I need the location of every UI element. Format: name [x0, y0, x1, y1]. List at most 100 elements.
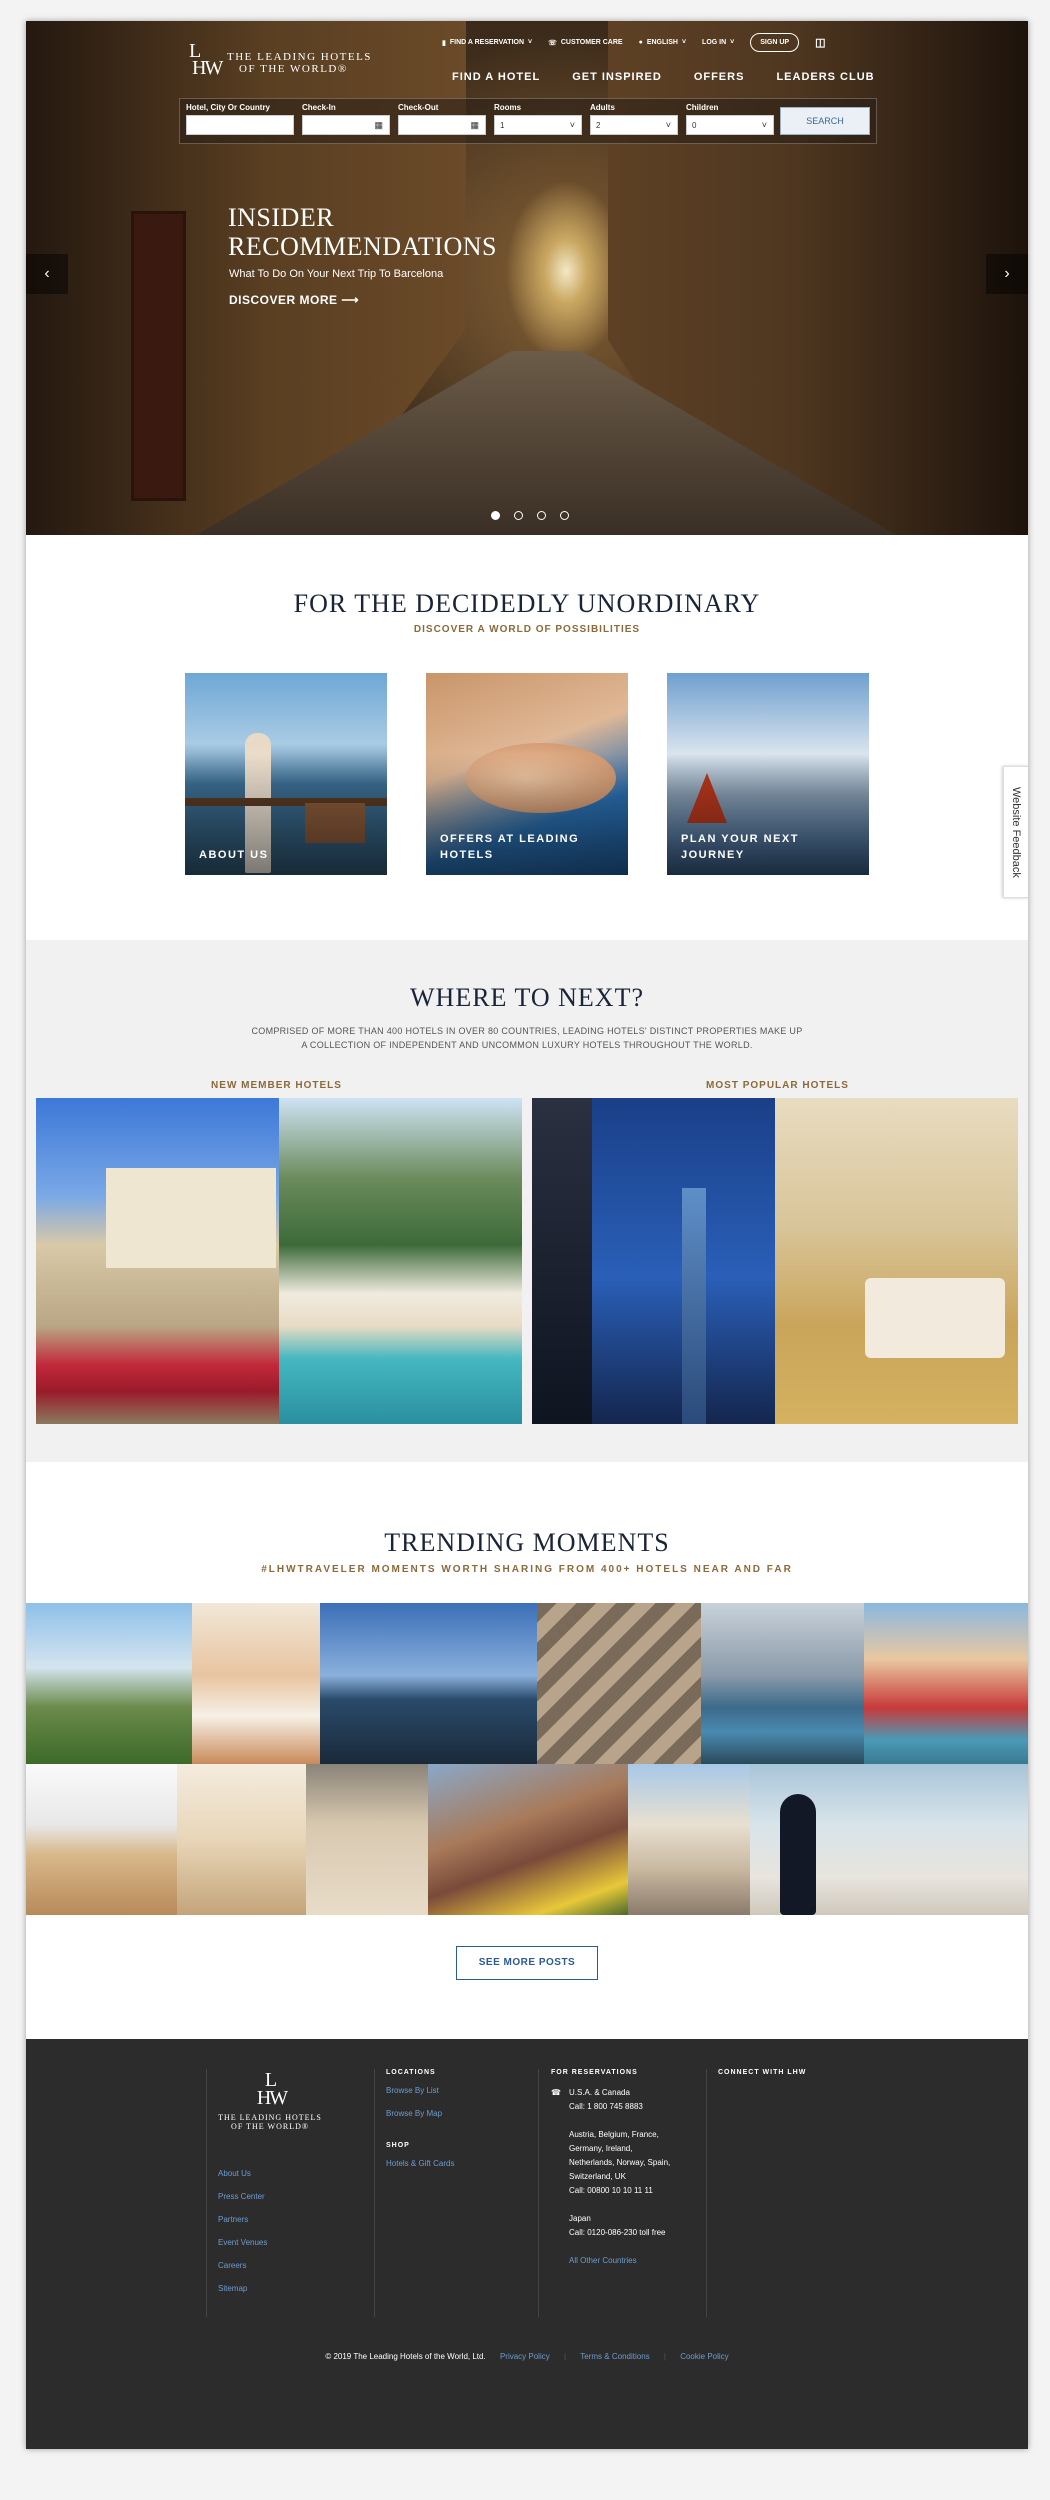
- instagram-post[interactable]: [628, 1764, 750, 1915]
- slide-dot[interactable]: [560, 511, 569, 520]
- most-popular-label[interactable]: MOST POPULAR HOTELS: [527, 1080, 1028, 1091]
- instagram-post[interactable]: [320, 1603, 537, 1764]
- instagram-post[interactable]: [26, 1603, 192, 1764]
- instagram-post[interactable]: [177, 1764, 306, 1915]
- instagram-post[interactable]: [750, 1764, 1028, 1915]
- trending-kicker: #LHWTRAVELER MOMENTS WORTH SHARING FROM …: [261, 1564, 793, 1575]
- customer-care-link[interactable]: ☏ CUSTOMER CARE: [548, 39, 622, 47]
- brand-logo-text[interactable]: THE LEADING HOTELS OF THE WORLD®: [227, 51, 372, 75]
- rooms-label: Rooms: [494, 103, 522, 112]
- checkin-input[interactable]: ▦: [302, 115, 390, 135]
- slide-dot[interactable]: [537, 511, 546, 520]
- signup-button[interactable]: SIGN UP: [750, 33, 800, 52]
- hero-title: INSIDER RECOMMENDATIONS: [228, 203, 497, 261]
- intro-heading: FOR THE DECIDEDLY UNORDINARY: [293, 589, 761, 618]
- new-member-label[interactable]: NEW MEMBER HOTELS: [26, 1080, 527, 1091]
- children-select[interactable]: 0 ˅: [686, 115, 774, 135]
- checkout-input[interactable]: ▦: [398, 115, 486, 135]
- adults-select[interactable]: 2 ˅: [590, 115, 678, 135]
- suitcase-icon: ▮: [442, 39, 446, 47]
- slide-dot[interactable]: [514, 511, 523, 520]
- destination-input[interactable]: [186, 115, 294, 135]
- search-button[interactable]: SEARCH: [780, 107, 870, 135]
- trending-heading: TRENDING MOMENTS: [384, 1528, 670, 1557]
- login-link[interactable]: LOG IN ˅: [702, 39, 734, 46]
- see-more-posts-button[interactable]: SEE MORE POSTS: [456, 1946, 598, 1980]
- card-label: ABOUT US: [199, 849, 269, 861]
- hero-banner: L HW THE LEADING HOTELS OF THE WORLD® ▮ F…: [26, 21, 1028, 535]
- nav-offers[interactable]: OFFERS: [694, 71, 745, 83]
- footer-link-careers[interactable]: Careers: [218, 2261, 267, 2270]
- chevron-down-icon: ˅: [665, 120, 671, 130]
- footer-link-about[interactable]: About Us: [218, 2169, 267, 2178]
- copyright: © 2019 The Leading Hotels of the World, …: [325, 2352, 486, 2361]
- intro-kicker: DISCOVER A WORLD OF POSSIBILITIES: [413, 624, 641, 635]
- footer-link-sitemap[interactable]: Sitemap: [218, 2284, 267, 2293]
- plan-journey-card[interactable]: PLAN YOUR NEXT JOURNEY: [667, 673, 869, 875]
- footer-link-partners[interactable]: Partners: [218, 2215, 267, 2224]
- nav-find-hotel[interactable]: FIND A HOTEL: [452, 71, 540, 83]
- footer-reservations: FOR RESERVATIONS ☎ U.S.A. & Canada Call:…: [551, 2069, 670, 2282]
- cart-icon[interactable]: ◫: [815, 36, 825, 49]
- card-label: OFFERS AT LEADING HOTELS: [440, 833, 580, 861]
- discover-more-link[interactable]: DISCOVER MORE ⟶: [229, 293, 359, 307]
- calendar-icon: ▦: [470, 120, 479, 130]
- checkin-label: Check-In: [302, 103, 336, 112]
- page: L HW THE LEADING HOTELS OF THE WORLD® ▮ F…: [26, 21, 1028, 2449]
- hotel-tile[interactable]: [775, 1098, 1018, 1424]
- hero-subtitle: What To Do On Your Next Trip To Barcelon…: [229, 268, 444, 280]
- destination-label: Hotel, City Or Country: [186, 103, 271, 112]
- instagram-post[interactable]: [192, 1603, 320, 1764]
- slide-dot[interactable]: [491, 511, 500, 520]
- language-select[interactable]: ● ENGLISH ˅: [639, 39, 686, 46]
- lhw-logo-mark[interactable]: L HW: [189, 41, 223, 78]
- chevron-down-icon: ˅: [569, 120, 575, 130]
- where-heading: WHERE TO NEXT?: [410, 983, 644, 1012]
- hotel-tile[interactable]: [279, 1098, 522, 1424]
- about-us-card[interactable]: ABOUT US: [185, 673, 387, 875]
- website-feedback-tab[interactable]: Website Feedback: [1003, 766, 1028, 898]
- browse-by-list-link[interactable]: Browse By List: [386, 2086, 454, 2095]
- slide-indicators: [491, 511, 569, 520]
- gift-cards-link[interactable]: Hotels & Gift Cards: [386, 2159, 454, 2168]
- all-other-countries-link[interactable]: All Other Countries: [569, 2254, 670, 2268]
- nav-get-inspired[interactable]: GET INSPIRED: [572, 71, 662, 83]
- nav-leaders-club[interactable]: LEADERS CLUB: [776, 71, 874, 83]
- rooms-select[interactable]: 1 ˅: [494, 115, 582, 135]
- instagram-post[interactable]: [701, 1603, 864, 1764]
- footer-locations: LOCATIONS Browse By List Browse By Map S…: [386, 2069, 455, 2168]
- instagram-post[interactable]: [428, 1764, 628, 1915]
- utility-nav: ▮ FIND A RESERVATION ˅ ☏ CUSTOMER CARE ● EN…: [442, 33, 825, 52]
- prev-slide-button[interactable]: ‹: [26, 254, 68, 294]
- main-nav: FIND A HOTEL GET INSPIRED OFFERS LEADERS…: [452, 71, 875, 83]
- footer-bottom: © 2019 The Leading Hotels of the World, …: [325, 2352, 729, 2361]
- terms-link[interactable]: Terms & Conditions: [580, 2352, 649, 2361]
- browse-by-map-link[interactable]: Browse By Map: [386, 2109, 454, 2118]
- hotel-tile[interactable]: [532, 1098, 775, 1424]
- children-label: Children: [686, 103, 719, 112]
- headset-icon: ☏: [548, 39, 557, 47]
- cookie-policy-link[interactable]: Cookie Policy: [680, 2352, 728, 2361]
- footer-link-events[interactable]: Event Venues: [218, 2238, 267, 2247]
- chevron-left-icon: ‹: [44, 265, 50, 282]
- instagram-post[interactable]: [537, 1603, 701, 1764]
- chevron-right-icon: ›: [1004, 265, 1010, 282]
- footer-link-press[interactable]: Press Center: [218, 2192, 267, 2201]
- privacy-policy-link[interactable]: Privacy Policy: [500, 2352, 550, 2361]
- calendar-icon: ▦: [374, 120, 383, 130]
- footer-connect: CONNECT WITH LHW: [718, 2069, 807, 2076]
- instagram-post[interactable]: [26, 1764, 177, 1915]
- adults-label: Adults: [590, 103, 615, 112]
- site-footer: L HW THE LEADING HOTELS OF THE WORLD® Ab…: [26, 2039, 1028, 2449]
- instagram-post[interactable]: [864, 1603, 1028, 1764]
- globe-icon: ●: [638, 39, 643, 46]
- instagram-post[interactable]: [306, 1764, 428, 1915]
- card-label: PLAN YOUR NEXT JOURNEY: [681, 833, 799, 861]
- hotel-tile[interactable]: [36, 1098, 279, 1424]
- where-description: COMPRISED OF MORE THAN 400 HOTELS IN OVE…: [251, 1026, 803, 1050]
- find-reservation-link[interactable]: ▮ FIND A RESERVATION ˅: [442, 39, 532, 47]
- lhw-logo-mark: L HW: [253, 2069, 288, 2109]
- offers-card[interactable]: OFFERS AT LEADING HOTELS: [426, 673, 628, 875]
- footer-logo[interactable]: L HW THE LEADING HOTELS OF THE WORLD®: [210, 2069, 330, 2131]
- next-slide-button[interactable]: ›: [986, 254, 1028, 294]
